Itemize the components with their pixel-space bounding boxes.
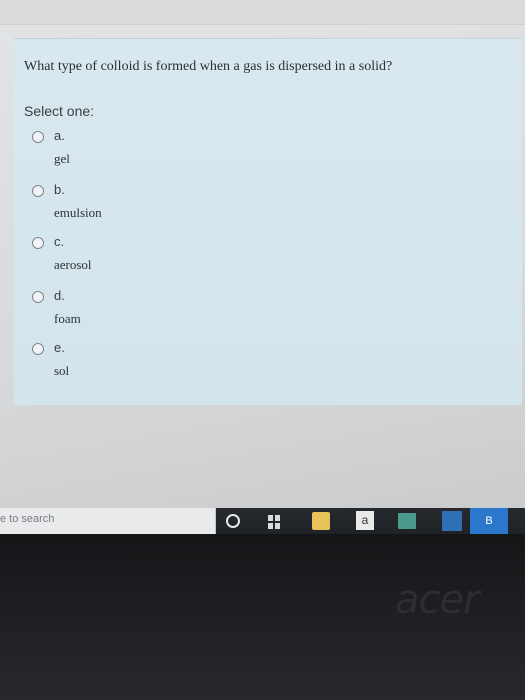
radio-a[interactable] <box>32 131 44 143</box>
option-d-letter: d. <box>54 288 65 303</box>
option-e-text: sol <box>54 363 70 378</box>
photos-icon[interactable] <box>398 513 416 529</box>
option-b[interactable]: b. emulsion <box>14 182 314 229</box>
browser-top-strip <box>0 0 525 25</box>
select-one-label: Select one: <box>24 103 95 119</box>
option-a[interactable]: a. gel <box>14 128 314 175</box>
option-c-text: aerosol <box>54 257 92 272</box>
store-icon[interactable] <box>312 512 330 530</box>
option-a-text: gel <box>54 151 70 166</box>
option-b-letter: b. <box>54 182 65 197</box>
question-text: What type of colloid is formed when a ga… <box>24 59 393 74</box>
cortana-icon[interactable] <box>226 514 240 528</box>
amazon-icon[interactable]: a <box>356 511 374 530</box>
option-d[interactable]: d. foam <box>14 288 314 335</box>
radio-b[interactable] <box>32 185 44 197</box>
monitor-bezel: acer <box>0 534 525 700</box>
option-d-text: foam <box>54 311 81 326</box>
acer-logo: acer <box>395 577 480 623</box>
radio-d[interactable] <box>32 291 44 303</box>
windows-taskbar: e to search a B <box>0 508 525 534</box>
browser-icon[interactable]: B <box>470 508 508 534</box>
option-b-text: emulsion <box>54 205 102 220</box>
quiz-question-panel: What type of colloid is formed when a ga… <box>14 38 522 405</box>
option-a-letter: a. <box>54 128 65 143</box>
option-e-letter: e. <box>54 340 65 355</box>
taskbar-search-box[interactable]: e to search <box>0 508 216 534</box>
task-view-icon[interactable] <box>266 511 286 531</box>
option-c-letter: c. <box>54 234 65 249</box>
option-e[interactable]: e. sol <box>14 340 314 387</box>
search-placeholder: e to search <box>0 513 55 525</box>
app-icon[interactable] <box>442 511 462 531</box>
monitor-screen: What type of colloid is formed when a ga… <box>0 0 525 528</box>
radio-e[interactable] <box>32 343 44 355</box>
option-c[interactable]: c. aerosol <box>14 234 314 281</box>
radio-c[interactable] <box>32 237 44 249</box>
